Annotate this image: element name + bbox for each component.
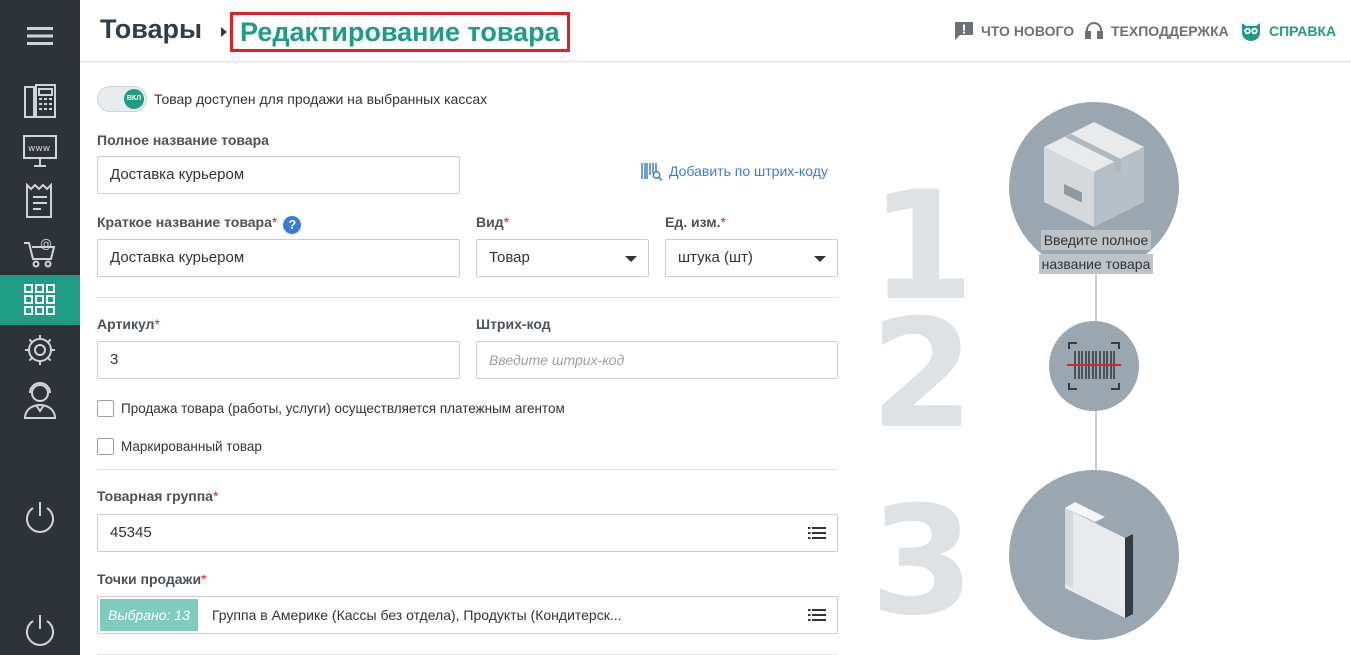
required-mark: * [271,214,278,230]
payment-agent-label: Продажа товара (работы, услуги) осуществ… [121,401,565,416]
required-mark: * [201,571,207,587]
step-caption-line-2: название товара [1038,254,1154,274]
article-label-text: Артикул [97,316,155,332]
step-3-circle [1009,470,1179,640]
required-mark: * [720,214,726,230]
chevron-down-icon [814,256,826,262]
svg-text:@: @ [40,237,52,251]
help-question-icon[interactable]: ? [283,216,302,234]
group-select[interactable]: 45345 [97,514,838,552]
points-label: Точки продажи* [97,571,207,587]
help-link[interactable]: СПРАВКА [1240,21,1336,41]
barcode-search-icon [641,163,663,181]
gear-icon[interactable] [0,325,80,375]
unit-select[interactable]: штука (шт) [665,239,838,277]
short-name-label: Краткое название товара*? [97,214,302,234]
full-name-label: Полное название товара [97,132,269,148]
steps-illustration: 1 2 3 Введите полное название товара [860,62,1351,655]
short-name-input[interactable]: Доставка курьером [97,239,460,277]
breadcrumb-arrow-icon [221,27,227,37]
folder-icon [1065,502,1133,618]
headset-icon [1085,22,1103,39]
barcode-icon [1067,342,1121,390]
toggle-state: ВКЛ [124,89,144,109]
unit-label: Ед. изм.* [665,214,726,230]
type-label: Вид* [476,214,509,230]
barcode-label: Штрих-код [476,316,551,332]
barcode-input[interactable]: Введите штрих-код [476,341,838,379]
divider [97,297,838,298]
required-mark: * [503,214,510,230]
page-title: Редактирование товара [230,12,570,52]
points-label-text: Точки продажи [97,571,202,587]
cash-register-icon[interactable] [0,76,80,126]
power-icon[interactable] [0,605,80,655]
group-label: Товарная группа* [97,488,218,504]
full-name-input[interactable]: Доставка курьером [97,156,460,194]
add-by-barcode-label: Добавить по штрих-коду [669,163,828,179]
breadcrumb-root[interactable]: Товары [100,14,202,45]
owl-icon [1242,23,1260,41]
support-link[interactable]: ТЕХПОДДЕРЖКА [1084,21,1229,41]
grid-icon[interactable] [0,275,80,325]
payment-agent-checkbox[interactable] [97,400,114,417]
add-by-barcode-link[interactable]: Добавить по штрих-коду [641,161,828,181]
shop-cart-icon[interactable]: @ [0,226,80,276]
chevron-down-icon [625,256,637,262]
marked-product-label: Маркированный товар [121,439,262,454]
step-number-2: 2 [870,288,975,462]
step-2-circle [1049,321,1139,411]
step-1-caption: Введите полное название товара [1025,228,1167,276]
receipt-icon[interactable] [0,176,80,226]
short-name-label-text: Краткое название товара [97,214,272,230]
group-value: 45345 [110,524,152,541]
marked-product-checkbox[interactable] [97,438,114,455]
menu-icon[interactable] [0,11,80,61]
sidebar: www @ [0,0,80,655]
group-label-text: Товарная группа [97,488,213,504]
required-mark: * [212,488,219,504]
article-input[interactable]: 3 [97,341,460,379]
support-label: ТЕХПОДДЕРЖКА [1111,23,1229,39]
whats-new-link[interactable]: ЧТО НОВОГО [954,21,1074,41]
article-label: Артикул* [97,316,160,332]
selected-count-badge: Выбрано: 13 [100,599,198,631]
whats-new-label: ЧТО НОВОГО [981,23,1075,39]
sale-toggle[interactable]: ВКЛ [97,86,147,112]
type-select-value: Товар [489,249,530,266]
svg-text:www: www [28,144,50,154]
step-caption-line-1: Введите полное [1040,230,1152,250]
www-icon[interactable]: www [0,126,80,176]
step-connector [1095,410,1097,470]
required-mark: * [154,316,160,332]
power-icon[interactable] [0,492,80,542]
toggle-label: Товар доступен для продажи на выбранных … [154,91,488,107]
type-label-text: Вид [476,214,504,230]
top-bar: Товары Редактирование товара ЧТО НОВОГО … [80,0,1351,62]
unit-select-value: штука (шт) [678,249,753,266]
divider [97,469,838,470]
unit-label-text: Ед. изм. [665,214,721,230]
help-label: СПРАВКА [1269,23,1337,39]
list-icon[interactable] [808,527,826,539]
points-value: Группа в Америке (Кассы без отдела), Про… [212,607,622,623]
list-icon[interactable] [808,609,826,621]
step-number-3: 3 [870,475,975,649]
type-select[interactable]: Товар [476,239,649,277]
points-select[interactable]: Выбрано: 13 Группа в Америке (Кассы без … [97,596,838,634]
support-agent-icon[interactable] [0,375,80,425]
step-connector [1095,271,1097,321]
news-icon [955,22,973,40]
